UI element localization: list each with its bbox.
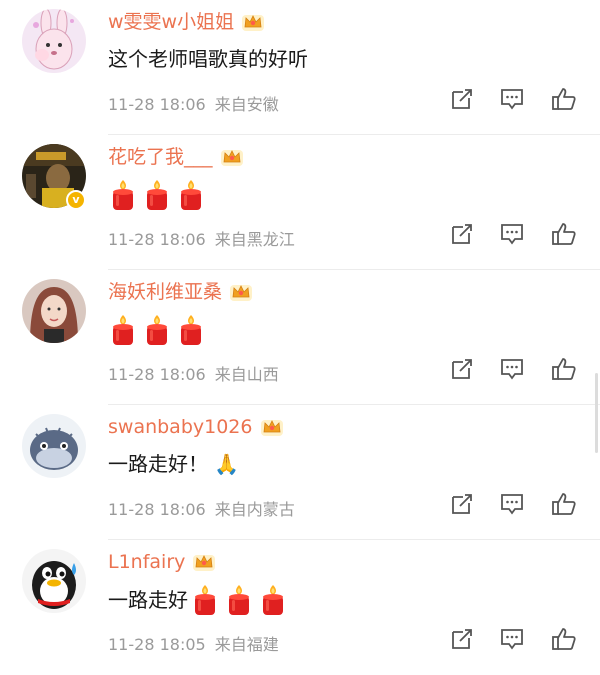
comment-item: v 花吃了我___ 11-28 18:06 来自黑龙江 bbox=[0, 135, 600, 270]
avatar[interactable] bbox=[22, 279, 86, 343]
reply-button[interactable] bbox=[499, 221, 525, 247]
share-icon bbox=[452, 494, 472, 514]
like-button[interactable] bbox=[551, 356, 577, 382]
avatar[interactable] bbox=[22, 414, 86, 478]
comment-text: 这个老师唱歌真的好听 bbox=[108, 44, 308, 74]
pink-cartoon-rabbit-avatar bbox=[22, 9, 86, 73]
qq-penguin-avatar bbox=[22, 549, 86, 613]
comment-icon bbox=[501, 89, 523, 110]
comment-text-value: 一路走好 bbox=[108, 588, 188, 612]
comment-text: 一路走好 bbox=[108, 584, 292, 616]
name-row: 海妖利维亚桑 bbox=[108, 278, 254, 306]
comment-text bbox=[108, 314, 210, 346]
thumbs-up-icon bbox=[552, 628, 576, 650]
share-button[interactable] bbox=[449, 356, 475, 382]
share-button[interactable] bbox=[449, 221, 475, 247]
share-button[interactable] bbox=[449, 491, 475, 517]
like-button[interactable] bbox=[551, 86, 577, 112]
name-row: L1nfairy bbox=[108, 548, 217, 576]
reply-button[interactable] bbox=[499, 626, 525, 652]
comment-item: swanbaby1026 一路走好！ 🙏 11-28 18:06 来自内蒙古 bbox=[0, 405, 600, 540]
crown-icon bbox=[220, 150, 243, 166]
like-button[interactable] bbox=[551, 626, 577, 652]
crown-icon bbox=[193, 555, 216, 571]
comment-item: L1nfairy 一路走好 11-28 18:05 来自福建 bbox=[0, 540, 600, 675]
comment-actions bbox=[0, 626, 600, 656]
pufferfish-avatar bbox=[22, 414, 86, 478]
comment-actions bbox=[0, 221, 600, 251]
candle-emoji-icon bbox=[113, 180, 133, 210]
share-icon bbox=[452, 629, 472, 649]
candle-emoji-icon bbox=[147, 180, 167, 210]
candle-emoji-icon bbox=[181, 180, 201, 210]
username[interactable]: w雯雯w小姐姐 bbox=[108, 8, 234, 36]
candle-emoji-icon bbox=[147, 315, 167, 345]
share-icon bbox=[452, 89, 472, 109]
crown-icon bbox=[260, 420, 283, 436]
candle-emoji-icon bbox=[263, 585, 283, 615]
username[interactable]: L1nfairy bbox=[108, 548, 185, 576]
comment-actions bbox=[0, 491, 600, 521]
crown-icon bbox=[230, 285, 253, 301]
pray-emoji-icon: 🙏 bbox=[214, 452, 239, 476]
username[interactable]: swanbaby1026 bbox=[108, 413, 253, 441]
name-row: w雯雯w小姐姐 bbox=[108, 8, 266, 36]
thumbs-up-icon bbox=[552, 493, 576, 515]
comment-icon bbox=[501, 224, 523, 245]
comment-text-value: 这个老师唱歌真的好听 bbox=[108, 47, 308, 71]
comment-item: w雯雯w小姐姐 这个老师唱歌真的好听 11-28 18:06 来自安徽 bbox=[0, 0, 600, 135]
candle-emoji-icon bbox=[229, 585, 249, 615]
avatar[interactable] bbox=[22, 549, 86, 613]
share-button[interactable] bbox=[449, 86, 475, 112]
thumbs-up-icon bbox=[552, 223, 576, 245]
girl-portrait-avatar bbox=[22, 279, 86, 343]
name-row: 花吃了我___ bbox=[108, 143, 245, 171]
crown-icon bbox=[242, 15, 265, 31]
candle-emoji-icon bbox=[113, 315, 133, 345]
comment-text: 一路走好！ 🙏 bbox=[108, 449, 239, 479]
candle-emojis bbox=[190, 584, 292, 616]
candle-emoji-icon bbox=[195, 585, 215, 615]
username[interactable]: 海妖利维亚桑 bbox=[108, 278, 222, 306]
verified-badge: v bbox=[66, 190, 86, 210]
reply-button[interactable] bbox=[499, 356, 525, 382]
comment-actions bbox=[0, 86, 600, 116]
comment-item: 海妖利维亚桑 11-28 18:06 来自山西 bbox=[0, 270, 600, 405]
thumbs-up-icon bbox=[552, 88, 576, 110]
comment-actions bbox=[0, 356, 600, 386]
thumbs-up-icon bbox=[552, 358, 576, 380]
like-button[interactable] bbox=[551, 221, 577, 247]
candle-emoji-icon bbox=[181, 315, 201, 345]
reply-button[interactable] bbox=[499, 491, 525, 517]
share-button[interactable] bbox=[449, 626, 475, 652]
avatar[interactable] bbox=[22, 9, 86, 73]
username[interactable]: 花吃了我___ bbox=[108, 143, 213, 171]
like-button[interactable] bbox=[551, 491, 577, 517]
share-icon bbox=[452, 359, 472, 379]
comment-icon bbox=[501, 359, 523, 380]
comment-text-value: 一路走好！ bbox=[108, 452, 208, 476]
candle-emojis bbox=[108, 179, 210, 211]
comment-icon bbox=[501, 494, 523, 515]
name-row: swanbaby1026 bbox=[108, 413, 285, 441]
share-icon bbox=[452, 224, 472, 244]
reply-button[interactable] bbox=[499, 86, 525, 112]
comment-icon bbox=[501, 629, 523, 650]
scrollbar[interactable] bbox=[595, 373, 598, 453]
comment-text bbox=[108, 179, 210, 211]
candle-emojis bbox=[108, 314, 210, 346]
